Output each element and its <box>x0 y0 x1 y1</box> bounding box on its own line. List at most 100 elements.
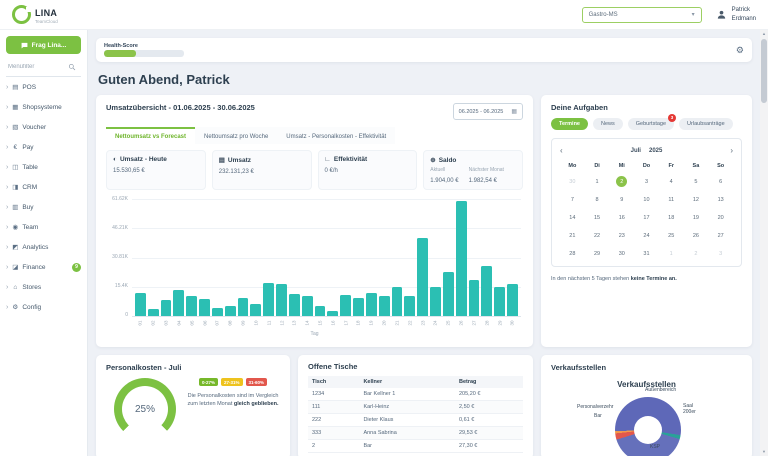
sidebar-item-team[interactable]: › ◉ Team <box>6 217 81 237</box>
org-select[interactable]: Gastro-MS ▾ <box>582 7 702 23</box>
calendar-day-19[interactable]: 19 <box>684 212 709 223</box>
calendar-day-18[interactable]: 18 <box>659 212 684 223</box>
task-tab-news[interactable]: News <box>593 118 623 130</box>
calendar-day-9[interactable]: 9 <box>609 194 634 205</box>
chevron-right-icon: › <box>6 104 8 111</box>
calendar-day-14[interactable]: 14 <box>560 212 585 223</box>
date-range-input[interactable]: 06.2025 - 06.2025 ▦ <box>453 103 523 120</box>
sidebar-item-buy[interactable]: › ▥ Buy <box>6 197 81 217</box>
bar-day-16 <box>327 311 338 316</box>
pie-chart <box>615 397 681 456</box>
table-row[interactable]: 333Anna Sabrina29,53 € <box>308 427 523 440</box>
sidebar-item-config[interactable]: › ⚙ Config <box>6 297 81 317</box>
calendar-day-30[interactable]: 30 <box>560 176 585 187</box>
personnel-card-title: Personalkosten - Juli <box>106 363 280 372</box>
calendar-day-21[interactable]: 21 <box>560 230 585 241</box>
sidebar-item-shopsysteme[interactable]: › ▦ Shopsysteme <box>6 97 81 117</box>
calendar-day-3[interactable]: 3 <box>634 176 659 187</box>
calendar-day-16[interactable]: 16 <box>609 212 634 223</box>
calendar-day-27[interactable]: 27 <box>708 230 733 241</box>
calendar-day-5[interactable]: 5 <box>684 176 709 187</box>
gear-icon[interactable]: ⚙ <box>736 45 744 56</box>
menu-filter-input[interactable] <box>6 63 68 71</box>
ask-lina-button[interactable]: Frag Lina... <box>6 36 81 54</box>
calendar-day-30[interactable]: 30 <box>609 248 634 259</box>
calendar-day-15[interactable]: 15 <box>585 212 610 223</box>
task-tab-termine[interactable]: Termine <box>551 118 588 130</box>
calendar-day-28[interactable]: 28 <box>560 248 585 259</box>
bar-day-25 <box>443 272 454 316</box>
calendar-day-2[interactable]: 2 <box>609 176 634 187</box>
calendar-day-1[interactable]: 1 <box>659 248 684 259</box>
calendar-day-10[interactable]: 10 <box>634 194 659 205</box>
analytics-icon: ◩ <box>11 243 19 251</box>
calendar-day-6[interactable]: 6 <box>708 176 733 187</box>
calendar-day-24[interactable]: 24 <box>634 230 659 241</box>
bar-day-13 <box>289 294 300 316</box>
calendar-day-7[interactable]: 7 <box>560 194 585 205</box>
calendar-day-20[interactable]: 20 <box>708 212 733 223</box>
table-row[interactable]: 1234Bar Kellner 1205,20 € <box>308 388 523 401</box>
calendar-day-31[interactable]: 31 <box>634 248 659 259</box>
calendar-day-29[interactable]: 29 <box>585 248 610 259</box>
pie-label-personalverzehr: Personalverzehr <box>577 405 613 411</box>
sidebar-item-pos[interactable]: › ▤ POS <box>6 77 81 97</box>
bar-day-14 <box>302 296 313 316</box>
stores-icon: ⌂ <box>11 284 19 291</box>
sidebar-item-pay[interactable]: › € Pay <box>6 137 81 157</box>
sidebar-item-voucher[interactable]: › ▧ Voucher <box>6 117 81 137</box>
table-row[interactable]: 2Bar27,30 € <box>308 440 523 453</box>
sidebar-item-analytics[interactable]: › ◩ Analytics <box>6 237 81 257</box>
scroll-down-icon[interactable]: ▼ <box>760 448 768 456</box>
table-row[interactable]: 111Karl-Heinz2,50 € <box>308 401 523 414</box>
chevron-right-icon: › <box>6 244 8 251</box>
tab-nettoumsatz-pro-woche[interactable]: Nettoumsatz pro Woche <box>195 127 277 144</box>
calendar-icon: ▦ <box>511 108 517 115</box>
user-menu[interactable]: Patrick Erdmann <box>716 6 756 22</box>
calendar-day-2[interactable]: 2 <box>684 248 709 259</box>
calendar-day-26[interactable]: 26 <box>684 230 709 241</box>
health-score-card: Health-Score ⚙ <box>96 38 752 62</box>
scrollbar-thumb[interactable] <box>761 39 767 103</box>
kpi-row: ◐Umsatz - Heute 15.530,65 € ▤Umsatz 232.… <box>106 150 523 190</box>
calendar-day-8[interactable]: 8 <box>585 194 610 205</box>
calendar-day-4[interactable]: 4 <box>659 176 684 187</box>
calendar-day-25[interactable]: 25 <box>659 230 684 241</box>
calendar-day-17[interactable]: 17 <box>634 212 659 223</box>
task-tab-urlaubsantr-ge[interactable]: Urlaubsanträge <box>679 118 733 130</box>
chevron-right-icon: › <box>6 164 8 171</box>
sidebar-item-table[interactable]: › ◫ Table <box>6 157 81 177</box>
tab-umsatz-personalkosten-effektivit-t[interactable]: Umsatz - Personalkosten - Effektivität <box>277 127 395 144</box>
kpi-saldo: ⊕Saldo Aktuell1.904,00 €Nächster Monat1.… <box>423 150 523 190</box>
bar-day-12 <box>276 284 287 316</box>
bar-day-01 <box>135 293 146 316</box>
column-header-betrag: Betrag <box>455 376 523 388</box>
pie-label-saal-200er: Saal 200er <box>683 404 701 416</box>
calendar-next-icon[interactable]: › <box>730 146 733 155</box>
notification-badge: 3 <box>668 114 676 122</box>
bar-day-15 <box>315 306 326 316</box>
scroll-up-icon[interactable]: ▲ <box>760 30 768 38</box>
calendar-day-1[interactable]: 1 <box>585 176 610 187</box>
open-tables-card: Offene Tische TischKellnerBetrag 1234Bar… <box>298 355 533 456</box>
sidebar-item-stores[interactable]: › ⌂ Stores <box>6 277 81 297</box>
balance-icon: ⊕ <box>430 156 435 164</box>
sidebar-item-crm[interactable]: › ◨ CRM <box>6 177 81 197</box>
sidebar-item-finance[interactable]: › ◪ Finance 9 <box>6 257 81 277</box>
calendar-day-11[interactable]: 11 <box>659 194 684 205</box>
calendar-day-13[interactable]: 13 <box>708 194 733 205</box>
tasks-card-title: Deine Aufgaben <box>551 103 742 112</box>
bar-day-02 <box>148 309 159 316</box>
calendar-day-12[interactable]: 12 <box>684 194 709 205</box>
bar-day-07 <box>212 308 223 316</box>
bar-day-23 <box>417 238 428 316</box>
table-row[interactable]: 222Dieter Klaus0,61 € <box>308 414 523 427</box>
open-tables-table: TischKellnerBetrag 1234Bar Kellner 1205,… <box>308 376 523 453</box>
chevron-right-icon: › <box>6 84 8 91</box>
calendar-day-23[interactable]: 23 <box>609 230 634 241</box>
calendar-day-22[interactable]: 22 <box>585 230 610 241</box>
calendar-day-3[interactable]: 3 <box>708 248 733 259</box>
tab-nettoumsatz-vs-forecast[interactable]: Nettoumsatz vs Forecast <box>106 127 195 144</box>
scrollbar[interactable]: ▲ ▼ <box>760 30 768 456</box>
task-tab-geburtstage[interactable]: Geburtstage 3 <box>628 118 674 130</box>
